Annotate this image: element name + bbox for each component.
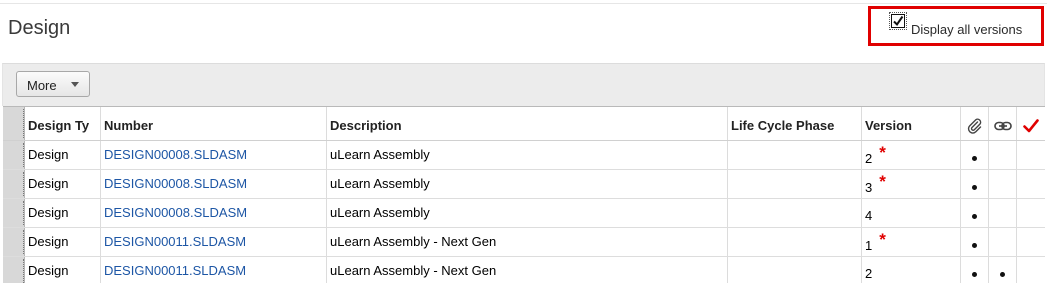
more-button-label: More (27, 78, 57, 93)
row-life-cycle-phase (728, 170, 862, 198)
version-number: 2 (865, 266, 873, 281)
column-header-version[interactable]: Version (862, 107, 961, 140)
row-status-cell (1017, 141, 1045, 169)
row-link-cell (989, 170, 1017, 198)
column-header-number[interactable]: Number (101, 107, 327, 140)
table-row[interactable]: Design DESIGN00008.SLDASM uLearn Assembly 4 (3, 199, 1045, 228)
row-design-type: Design (25, 228, 101, 256)
row-description: uLearn Assembly - Next Gen (327, 228, 728, 256)
design-page: Design Display all versions More Design … (0, 0, 1047, 283)
row-life-cycle-phase (728, 228, 862, 256)
table-body: Design DESIGN00008.SLDASM uLearn Assembly 2… (3, 141, 1045, 283)
row-select-handle[interactable] (3, 170, 25, 198)
row-version: 1 * (862, 228, 961, 256)
version-number: 2 (865, 151, 873, 166)
row-status-cell (1017, 170, 1045, 198)
row-version: 3 * (862, 170, 961, 198)
row-attachment-cell (961, 257, 989, 283)
row-link-cell (989, 257, 1017, 283)
row-version: 4 (862, 199, 961, 227)
row-attachment-cell (961, 199, 989, 227)
row-design-type: Design (25, 257, 101, 283)
column-header-design-type[interactable]: Design Ty (25, 107, 101, 140)
row-description: uLearn Assembly (327, 199, 728, 227)
design-number-link[interactable]: DESIGN00008.SLDASM (104, 147, 247, 162)
version-modified-marker: * (879, 143, 886, 162)
table-row[interactable]: Design DESIGN00011.SLDASM uLearn Assembly … (3, 228, 1045, 257)
more-button[interactable]: More (16, 71, 90, 97)
row-status-cell (1017, 257, 1045, 283)
top-divider (0, 3, 1047, 4)
select-all-column-header[interactable] (3, 107, 25, 140)
row-select-handle[interactable] (3, 199, 25, 227)
display-all-versions-checkbox[interactable] (889, 12, 907, 30)
table-row[interactable]: Design DESIGN00008.SLDASM uLearn Assembly 3… (3, 170, 1045, 199)
link-indicator-icon[interactable] (1000, 272, 1005, 277)
link-icon (993, 121, 1012, 130)
designs-table: Design Ty Number Description Life Cycle … (3, 106, 1045, 283)
row-attachment-cell (961, 170, 989, 198)
checkmark-icon (1023, 118, 1039, 132)
row-life-cycle-phase (728, 257, 862, 283)
column-header-links[interactable] (989, 107, 1017, 140)
row-version: 2 * (862, 141, 961, 169)
row-select-handle[interactable] (3, 257, 25, 283)
display-all-versions-label[interactable]: Display all versions (911, 22, 1022, 37)
row-description: uLearn Assembly - Next Gen (327, 257, 728, 283)
design-number-link[interactable]: DESIGN00011.SLDASM (104, 234, 246, 249)
column-header-life-cycle-phase[interactable]: Life Cycle Phase (728, 107, 862, 140)
version-number: 3 (865, 180, 873, 195)
column-header-description[interactable]: Description (327, 107, 728, 140)
table-toolbar: More (2, 63, 1045, 106)
checkmark-icon (893, 15, 904, 27)
row-description: uLearn Assembly (327, 141, 728, 169)
row-status-cell (1017, 228, 1045, 256)
row-status-cell (1017, 199, 1045, 227)
display-all-versions-highlight: Display all versions (868, 6, 1044, 46)
row-select-handle[interactable] (3, 141, 25, 169)
page-title: Design (8, 17, 71, 39)
attachment-indicator-icon[interactable] (972, 243, 977, 248)
table-header-row: Design Ty Number Description Life Cycle … (3, 107, 1045, 141)
row-version: 2 (862, 257, 961, 283)
row-design-type: Design (25, 170, 101, 198)
row-design-type: Design (25, 141, 101, 169)
version-modified-marker: * (879, 230, 886, 249)
row-link-cell (989, 228, 1017, 256)
row-design-type: Design (25, 199, 101, 227)
row-life-cycle-phase (728, 199, 862, 227)
row-description: uLearn Assembly (327, 170, 728, 198)
design-number-link[interactable]: DESIGN00011.SLDASM (104, 263, 246, 278)
design-number-link[interactable]: DESIGN00008.SLDASM (104, 205, 247, 220)
row-life-cycle-phase (728, 141, 862, 169)
version-number: 1 (865, 238, 873, 253)
attachment-indicator-icon[interactable] (972, 272, 977, 277)
row-attachment-cell (961, 141, 989, 169)
attachment-indicator-icon[interactable] (972, 185, 977, 190)
row-link-cell (989, 141, 1017, 169)
column-header-status[interactable] (1017, 107, 1045, 140)
column-header-attachments[interactable] (961, 107, 989, 140)
row-attachment-cell (961, 228, 989, 256)
attachment-indicator-icon[interactable] (972, 214, 977, 219)
paperclip-icon (967, 118, 981, 134)
version-number: 4 (865, 208, 873, 223)
design-number-link[interactable]: DESIGN00008.SLDASM (104, 176, 247, 191)
chevron-down-icon (71, 82, 79, 87)
attachment-indicator-icon[interactable] (972, 156, 977, 161)
row-link-cell (989, 199, 1017, 227)
table-row[interactable]: Design DESIGN00011.SLDASM uLearn Assembly … (3, 257, 1045, 283)
row-select-handle[interactable] (3, 228, 25, 256)
version-modified-marker: * (879, 172, 886, 191)
table-row[interactable]: Design DESIGN00008.SLDASM uLearn Assembly 2… (3, 141, 1045, 170)
